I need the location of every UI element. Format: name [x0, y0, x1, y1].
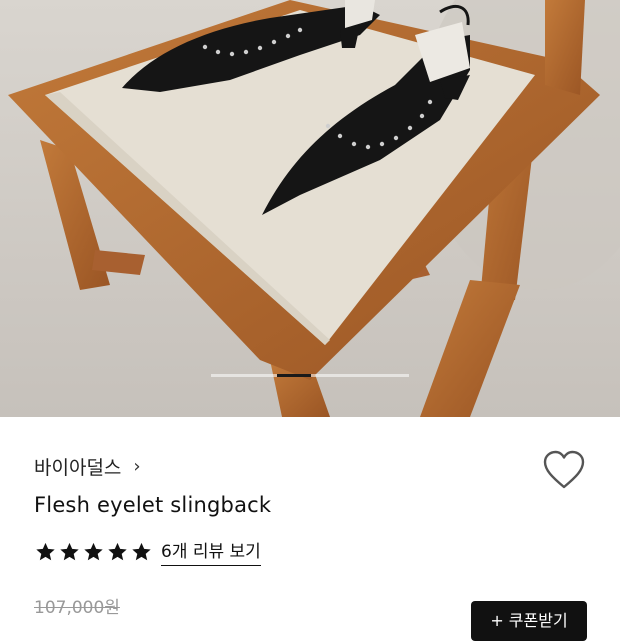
star-rating	[34, 541, 153, 563]
product-photo	[0, 0, 620, 417]
product-title: Flesh eyelet slingback	[34, 493, 272, 517]
brand-link[interactable]: 바이아덜스 ›	[34, 453, 141, 480]
rating-row: 6개 리뷰 보기	[34, 537, 261, 566]
carousel-indicator	[211, 374, 409, 377]
brand-name: 바이아덜스	[34, 457, 122, 479]
star-filled-icon	[36, 542, 55, 560]
star-filled-icon	[132, 542, 151, 560]
original-price: 107,000원	[34, 598, 120, 618]
carousel-indicator-active	[277, 374, 311, 377]
product-info-panel: 바이아덜스 › Flesh eyelet slingback 6개 리뷰 보기 …	[0, 417, 620, 641]
star-filled-icon	[108, 542, 127, 560]
star-filled-icon	[60, 542, 79, 560]
star-filled-icon	[84, 542, 103, 560]
review-link[interactable]: 6개 리뷰 보기	[161, 537, 261, 566]
heart-outline-icon[interactable]	[542, 449, 586, 491]
product-image-carousel[interactable]	[0, 0, 620, 417]
chevron-right-icon: ›	[133, 456, 141, 477]
coupon-button[interactable]: + 쿠폰받기	[471, 601, 587, 641]
